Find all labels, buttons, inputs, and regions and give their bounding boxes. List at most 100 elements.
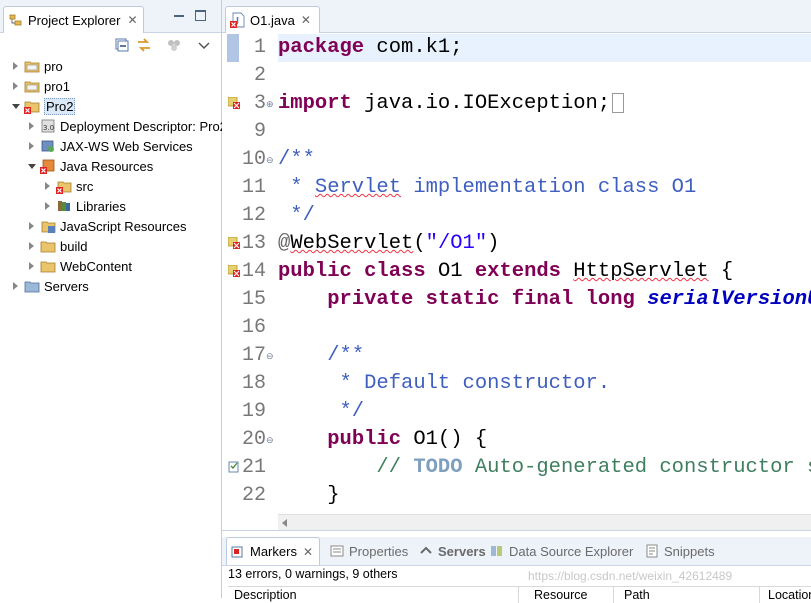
tree-item-servers[interactable]: Servers: [12, 276, 89, 296]
error-marker-icon[interactable]: [228, 237, 240, 249]
error-marker-icon[interactable]: [228, 97, 240, 109]
project-explorer-tab-bar: Project Explorer ✕: [0, 0, 221, 33]
markers-table-header: Description Resource Path Location: [228, 586, 811, 603]
code-line: */: [278, 400, 365, 423]
tree-item-javascript-resources[interactable]: JavaScript Resources: [28, 216, 186, 236]
tree-item-pro[interactable]: pro: [12, 56, 63, 76]
collapse-all-icon[interactable]: [114, 37, 130, 53]
code-line: * Default constructor.: [278, 372, 611, 395]
bottom-panel: Markers ✕ Properties Servers Data Source…: [222, 530, 811, 603]
project-explorer-tab[interactable]: Project Explorer ✕: [3, 6, 144, 33]
expand-arrow-icon[interactable]: [28, 262, 36, 270]
error-marker-icon[interactable]: [228, 265, 240, 277]
tree-item-label: Java Resources: [60, 158, 154, 174]
code-area[interactable]: package com.k1; import java.io.IOExcepti…: [278, 34, 811, 514]
tab-snippets[interactable]: Snippets: [645, 537, 715, 565]
tree-item-webcontent[interactable]: WebContent: [28, 256, 132, 276]
tree-item-libraries[interactable]: Libraries: [44, 196, 126, 216]
line-number: 11: [241, 176, 266, 199]
expand-arrow-icon[interactable]: [12, 282, 20, 290]
expand-arrow-icon[interactable]: [12, 82, 20, 90]
line-number: 2: [253, 64, 266, 87]
code-line: */: [278, 204, 315, 227]
close-icon[interactable]: ✕: [303, 545, 313, 559]
folded-imports-marker[interactable]: [612, 92, 625, 113]
line-number: 1: [253, 36, 266, 59]
tree-item-label: Libraries: [76, 198, 126, 214]
expand-arrow-icon[interactable]: [44, 182, 52, 190]
line-number: 17: [241, 344, 266, 367]
scroll-left-icon[interactable]: [282, 519, 287, 527]
line-number: 18: [241, 372, 266, 395]
expand-arrow-icon[interactable]: [28, 142, 36, 150]
tree-item-label: build: [60, 238, 88, 254]
tree-item-jax-ws[interactable]: JAX-WS Web Services: [28, 136, 193, 156]
editor-tab-label: O1.java: [250, 12, 295, 28]
tree-item-deployment-descriptor[interactable]: 3.0 Deployment Descriptor: Pro2: [28, 116, 227, 136]
collapse-fold-icon[interactable]: ⊖: [266, 342, 276, 370]
code-line: // TODO Auto-generated constructor stub: [376, 456, 811, 479]
tree-item-pro1[interactable]: pro1: [12, 76, 70, 96]
column-header-description[interactable]: Description: [234, 588, 297, 602]
collapse-arrow-icon[interactable]: [12, 102, 20, 110]
code-line: import java.io.IOException;: [278, 90, 625, 118]
code-line: package com.k1;: [278, 34, 811, 62]
line-number: 15: [241, 288, 266, 311]
link-with-editor-icon[interactable]: [136, 37, 152, 53]
code-line: /**: [327, 344, 365, 367]
tree-item-label: Deployment Descriptor: Pro2: [60, 118, 227, 134]
project-error-icon: [24, 101, 40, 114]
maximize-icon[interactable]: [194, 9, 208, 21]
tree-item-label: src: [76, 178, 94, 194]
line-number: 12: [241, 204, 266, 227]
expand-fold-icon[interactable]: ⊕: [266, 90, 276, 118]
tree-item-label: pro: [44, 58, 63, 74]
focus-on-working-set-icon[interactable]: [166, 37, 182, 53]
column-header-resource[interactable]: Resource: [534, 588, 588, 602]
expand-arrow-icon[interactable]: [28, 222, 36, 230]
task-marker-icon[interactable]: [228, 461, 240, 473]
code-line: }: [278, 484, 340, 507]
libraries-icon: [58, 201, 70, 211]
tab-label: Data Source Explorer: [509, 543, 634, 559]
tree-item-label: WebContent: [60, 258, 133, 274]
column-separator: [518, 587, 519, 603]
editor-tab-bar: J O1.java ✕: [222, 0, 811, 33]
expand-arrow-icon[interactable]: [28, 122, 36, 130]
project-icon: [24, 61, 40, 73]
code-line: public O1() {: [327, 428, 488, 451]
tree-item-java-resources[interactable]: Java Resources: [28, 156, 153, 176]
tree-item-build[interactable]: build: [28, 236, 87, 256]
expand-arrow-icon[interactable]: [28, 242, 36, 250]
java-resources-error-icon: [40, 159, 55, 174]
code-line: @WebServlet("/O1"): [278, 232, 500, 255]
tree-item-pro2[interactable]: Pro2: [12, 96, 76, 116]
close-icon[interactable]: ✕: [127, 13, 137, 27]
tree-item-src[interactable]: src: [44, 176, 93, 196]
code-line: public class O1 extends HttpServlet {: [278, 260, 734, 283]
code-line: private static final long serialVersionU…: [327, 288, 811, 311]
markers-summary: 13 errors, 0 warnings, 9 others: [228, 567, 398, 581]
collapse-arrow-icon[interactable]: [28, 162, 36, 170]
svg-text:3.0: 3.0: [43, 124, 54, 132]
close-icon[interactable]: ✕: [301, 13, 311, 27]
tab-properties[interactable]: Properties: [330, 537, 408, 565]
expand-arrow-icon[interactable]: [12, 62, 20, 70]
expand-arrow-icon[interactable]: [44, 202, 52, 210]
tab-servers[interactable]: Servers: [419, 537, 486, 565]
tab-data-source-explorer[interactable]: Data Source Explorer: [490, 537, 633, 565]
view-menu-icon[interactable]: [196, 37, 212, 53]
tab-markers[interactable]: Markers ✕: [226, 537, 321, 565]
editor-tab-o1-java[interactable]: J O1.java ✕: [225, 6, 320, 33]
minimize-icon[interactable]: [172, 9, 186, 21]
tree-item-label: JAX-WS Web Services: [60, 138, 193, 154]
column-header-location[interactable]: Location: [768, 588, 811, 602]
collapse-fold-icon[interactable]: ⊖: [266, 426, 276, 454]
horizontal-scrollbar[interactable]: [278, 514, 811, 531]
folder-icon: [40, 241, 56, 253]
java-editor: J O1.java ✕ 1 2 3 9 10 11 12 13 14 15 16…: [222, 0, 811, 531]
column-header-path[interactable]: Path: [624, 588, 650, 602]
source-folder-error-icon: [56, 181, 72, 194]
collapse-fold-icon[interactable]: ⊖: [266, 146, 276, 174]
